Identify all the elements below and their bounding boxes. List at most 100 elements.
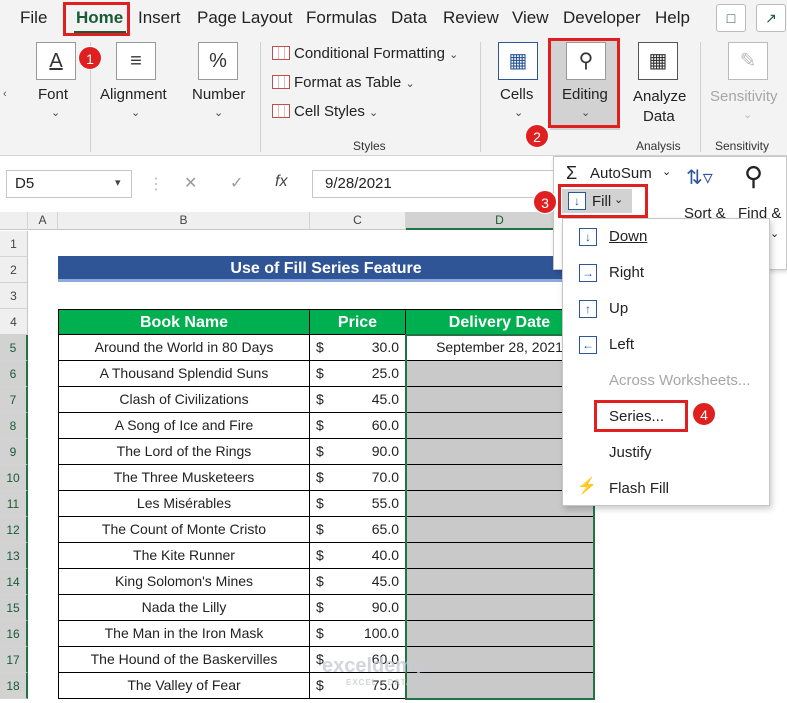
price-cell[interactable]: $90.0	[310, 595, 406, 621]
row-header[interactable]: 4	[0, 309, 28, 335]
row-header[interactable]: 17	[0, 647, 28, 673]
book-name-cell[interactable]: A Thousand Splendid Suns	[58, 361, 310, 387]
analyze-data-label-line2[interactable]: Data	[643, 108, 675, 125]
tab-formulas[interactable]: Formulas	[306, 8, 377, 28]
book-name-cell[interactable]: The Hound of the Baskervilles	[58, 647, 310, 673]
book-name-cell[interactable]: Nada the Lilly	[58, 595, 310, 621]
price-cell[interactable]: $40.0	[310, 543, 406, 569]
row-header[interactable]: 16	[0, 621, 28, 647]
alignment-group-label[interactable]: Alignment	[100, 86, 167, 103]
book-name-cell[interactable]: The Kite Runner	[58, 543, 310, 569]
chevron-down-icon[interactable]: ⌄	[770, 227, 779, 240]
header-book-name[interactable]: Book Name	[58, 309, 310, 335]
delivery-date-cell[interactable]	[406, 595, 594, 621]
cell-styles-button[interactable]: Cell Styles ⌄	[272, 103, 378, 120]
price-cell[interactable]: $60.0	[310, 413, 406, 439]
price-cell[interactable]: $100.0	[310, 621, 406, 647]
book-name-cell[interactable]: The Man in the Iron Mask	[58, 621, 310, 647]
tab-review[interactable]: Review	[443, 8, 499, 28]
fill-left-item[interactable]: Left	[609, 336, 634, 353]
column-header-b[interactable]: B	[58, 212, 310, 230]
book-name-cell[interactable]: The Lord of the Rings	[58, 439, 310, 465]
tab-help[interactable]: Help	[655, 8, 690, 28]
name-box[interactable]: D5	[6, 170, 132, 198]
tab-developer[interactable]: Developer	[563, 8, 641, 28]
analyze-data-label-line1[interactable]: Analyze	[633, 88, 686, 105]
fill-right-item[interactable]: Right	[609, 264, 644, 281]
row-header[interactable]: 12	[0, 517, 28, 543]
delivery-date-cell[interactable]	[406, 543, 594, 569]
fill-up-item[interactable]: Up	[609, 300, 628, 317]
tab-insert[interactable]: Insert	[138, 8, 181, 28]
book-name-cell[interactable]: King Solomon's Mines	[58, 569, 310, 595]
row-header[interactable]: 8	[0, 413, 28, 439]
fill-justify-item[interactable]: Justify	[609, 444, 652, 461]
tab-view[interactable]: View	[512, 8, 549, 28]
row-header[interactable]: 3	[0, 283, 28, 309]
price-cell[interactable]: $25.0	[310, 361, 406, 387]
row-header[interactable]: 7	[0, 387, 28, 413]
ribbon-scroll-left-icon[interactable]: ‹	[3, 88, 7, 100]
sort-filter-icon[interactable]: ⇅▿	[686, 165, 713, 190]
book-name-cell[interactable]: The Count of Monte Cristo	[58, 517, 310, 543]
delivery-date-cell[interactable]	[406, 647, 594, 673]
price-cell[interactable]: $70.0	[310, 465, 406, 491]
autosum-button[interactable]: AutoSum	[590, 165, 652, 182]
chevron-down-icon[interactable]: ⌄	[514, 106, 523, 119]
sheet-title[interactable]: Use of Fill Series Feature	[58, 256, 594, 282]
chevron-down-icon[interactable]: ⌄	[214, 106, 223, 119]
delivery-date-cell[interactable]	[406, 569, 594, 595]
book-name-cell[interactable]: A Song of Ice and Fire	[58, 413, 310, 439]
analyze-data-icon[interactable]: ▦	[638, 42, 678, 80]
row-header[interactable]: 2	[0, 257, 28, 283]
fill-down-item[interactable]: Down	[609, 228, 647, 245]
insert-function-button[interactable]: fx	[275, 173, 287, 191]
price-cell[interactable]: $55.0	[310, 491, 406, 517]
book-name-cell[interactable]: Around the World in 80 Days	[58, 335, 310, 361]
conditional-formatting-button[interactable]: Conditional Formatting ⌄	[272, 45, 458, 62]
column-header-a[interactable]: A	[28, 212, 58, 230]
price-cell[interactable]: $65.0	[310, 517, 406, 543]
number-group-label[interactable]: Number	[192, 86, 245, 103]
row-header[interactable]: 10	[0, 465, 28, 491]
row-header[interactable]: 5	[0, 335, 28, 361]
tab-page-layout[interactable]: Page Layout	[197, 8, 292, 28]
row-header[interactable]: 9	[0, 439, 28, 465]
price-cell[interactable]: $45.0	[310, 569, 406, 595]
book-name-cell[interactable]: Clash of Civilizations	[58, 387, 310, 413]
column-header-c[interactable]: C	[310, 212, 406, 230]
delivery-date-cell[interactable]	[406, 517, 594, 543]
row-header[interactable]: 1	[0, 231, 28, 257]
font-color-icon[interactable]: A	[36, 42, 76, 80]
enter-icon[interactable]: ✓	[230, 173, 243, 193]
find-icon[interactable]: ⚲	[744, 161, 763, 192]
formula-input[interactable]: 9/28/2021	[312, 170, 562, 198]
tab-file[interactable]: File	[20, 8, 47, 28]
font-group-label[interactable]: Font	[38, 86, 68, 103]
cells-icon[interactable]: ▦	[498, 42, 538, 80]
comments-icon[interactable]: □	[716, 4, 746, 32]
row-header[interactable]: 13	[0, 543, 28, 569]
chevron-down-icon[interactable]: ▾	[115, 176, 121, 189]
row-header[interactable]: 6	[0, 361, 28, 387]
cancel-icon[interactable]: ✕	[184, 173, 197, 193]
alignment-icon[interactable]: ≡	[116, 42, 156, 80]
delivery-date-cell[interactable]	[406, 673, 594, 699]
format-as-table-button[interactable]: Format as Table ⌄	[272, 74, 415, 91]
share-icon[interactable]: ↗	[756, 4, 786, 32]
chevron-down-icon[interactable]: ⌄	[51, 106, 60, 119]
header-price[interactable]: Price	[310, 309, 406, 335]
book-name-cell[interactable]: The Valley of Fear	[58, 673, 310, 699]
percent-icon[interactable]: %	[198, 42, 238, 80]
book-name-cell[interactable]: Les Misérables	[58, 491, 310, 517]
chevron-down-icon[interactable]: ⌄	[131, 106, 140, 119]
row-header[interactable]: 11	[0, 491, 28, 517]
row-header[interactable]: 14	[0, 569, 28, 595]
price-cell[interactable]: $30.0	[310, 335, 406, 361]
price-cell[interactable]: $45.0	[310, 387, 406, 413]
flash-fill-item[interactable]: Flash Fill	[609, 480, 669, 497]
row-header[interactable]: 15	[0, 595, 28, 621]
cells-group-label[interactable]: Cells	[500, 86, 533, 103]
row-header[interactable]: 18	[0, 673, 28, 699]
chevron-down-icon[interactable]: ⌄	[662, 165, 671, 178]
